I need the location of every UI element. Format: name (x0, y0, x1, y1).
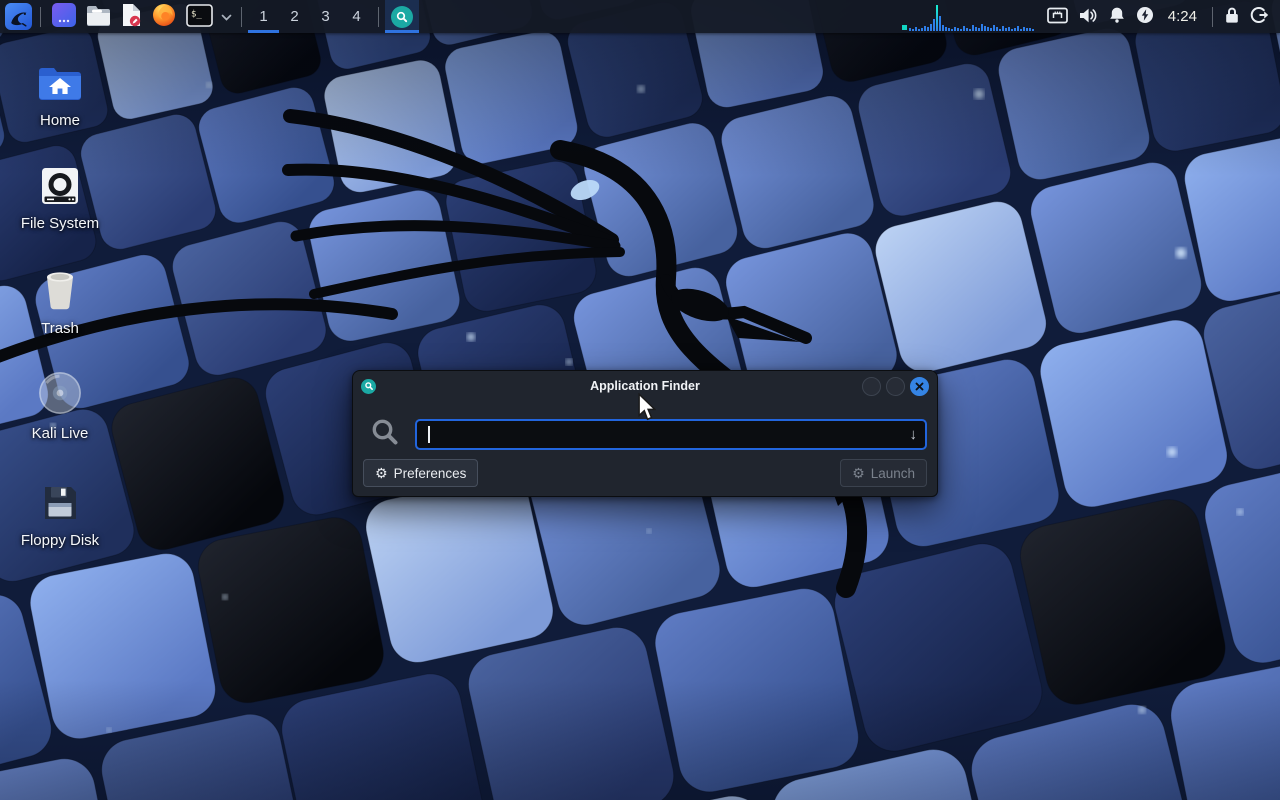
desktop-icon-label: Floppy Disk (21, 532, 99, 549)
notifications-button[interactable] (1103, 0, 1131, 33)
volume-icon (1078, 7, 1098, 27)
panel-separator (1212, 7, 1213, 27)
search-field: ↓ (415, 419, 927, 450)
power-manager-button[interactable] (1131, 0, 1159, 33)
search-icon (370, 417, 400, 452)
chevron-down-icon (221, 9, 232, 24)
applications-menu-button[interactable] (3, 0, 34, 33)
power-icon (1136, 6, 1154, 27)
cpu-graph[interactable] (900, 0, 1042, 33)
notifications-icon (1108, 6, 1126, 27)
cpu-graph-bars (909, 1, 1042, 31)
terminal-dropdown-button[interactable] (218, 0, 235, 33)
desktop-icon-home[interactable]: Home (5, 57, 115, 129)
hard-drive-icon (40, 160, 80, 206)
launch-gear-icon: ⚙ (852, 466, 865, 480)
workspace-button-2[interactable]: 2 (279, 0, 310, 33)
firefox-launcher[interactable] (147, 0, 181, 33)
workspace-button-1[interactable]: 1 (248, 0, 279, 33)
launch-label: Launch (871, 466, 915, 481)
gear-icon: ⚙ (375, 466, 388, 480)
desktop-icon-label: Home (40, 112, 80, 129)
desktop-icon-label: Kali Live (32, 425, 89, 442)
volume-tray-button[interactable] (1073, 0, 1103, 33)
preferences-button[interactable]: ⚙ Preferences (363, 459, 478, 487)
floppy-disk-icon (40, 477, 80, 523)
mouse-cursor (637, 393, 656, 426)
launch-button[interactable]: ⚙ Launch (840, 459, 927, 487)
cpu-graph-indicator (902, 25, 907, 30)
svg-text:$_: $_ (191, 9, 202, 19)
disc-icon (37, 370, 83, 416)
workspace-button-4[interactable]: 4 (341, 0, 372, 33)
maximize-button[interactable] (886, 377, 905, 396)
file-manager-launcher[interactable] (81, 0, 116, 33)
desktop-icon-trash[interactable]: Trash (5, 265, 115, 337)
panel-separator (378, 7, 379, 27)
network-tray-button[interactable] (1042, 0, 1073, 33)
search-icon (391, 6, 413, 28)
desktop-icon-floppy-disk[interactable]: Floppy Disk (5, 477, 115, 549)
dropdown-arrow-icon[interactable]: ↓ (910, 426, 918, 444)
system-tray: 4:24 (900, 0, 1280, 33)
workspace-button-3[interactable]: 3 (310, 0, 341, 33)
workspace-switcher: 1 2 3 4 (248, 0, 372, 33)
network-icon (1047, 7, 1068, 27)
desktop-icon-label: File System (21, 215, 99, 232)
dashboard-launcher[interactable] (47, 0, 81, 33)
file-manager-icon (86, 5, 111, 29)
dashboard-icon (52, 3, 76, 30)
home-folder-icon (37, 57, 83, 103)
minimize-button[interactable] (862, 377, 881, 396)
logout-button[interactable] (1245, 0, 1274, 33)
terminal-launcher[interactable]: $_ (181, 0, 218, 33)
terminal-icon: $_ (186, 4, 213, 30)
close-button[interactable] (910, 377, 929, 396)
lock-screen-button[interactable] (1219, 0, 1245, 33)
close-icon (915, 382, 924, 391)
panel-separator (241, 7, 242, 27)
clock[interactable]: 4:24 (1159, 8, 1206, 25)
panel-separator (40, 7, 41, 27)
lock-icon (1224, 6, 1240, 27)
kali-menu-icon (5, 3, 32, 30)
preferences-label: Preferences (394, 466, 467, 481)
text-editor-launcher[interactable] (116, 0, 147, 33)
desktop-icon-file-system[interactable]: File System (5, 160, 115, 232)
top-panel: $_ 1 2 3 4 (0, 0, 1280, 33)
desktop-icon-label: Trash (41, 320, 79, 337)
logout-icon (1250, 6, 1269, 27)
text-editor-icon (121, 3, 142, 30)
firefox-icon (152, 3, 176, 30)
window-title: Application Finder (353, 379, 937, 393)
application-finder-button[interactable] (385, 0, 419, 33)
application-finder-window: Application Finder ↓ ⚙ Prefere (352, 370, 938, 497)
search-input[interactable] (417, 421, 925, 448)
text-caret (428, 426, 430, 443)
trash-icon (41, 265, 79, 311)
desktop-icon-kali-live[interactable]: Kali Live (5, 370, 115, 442)
